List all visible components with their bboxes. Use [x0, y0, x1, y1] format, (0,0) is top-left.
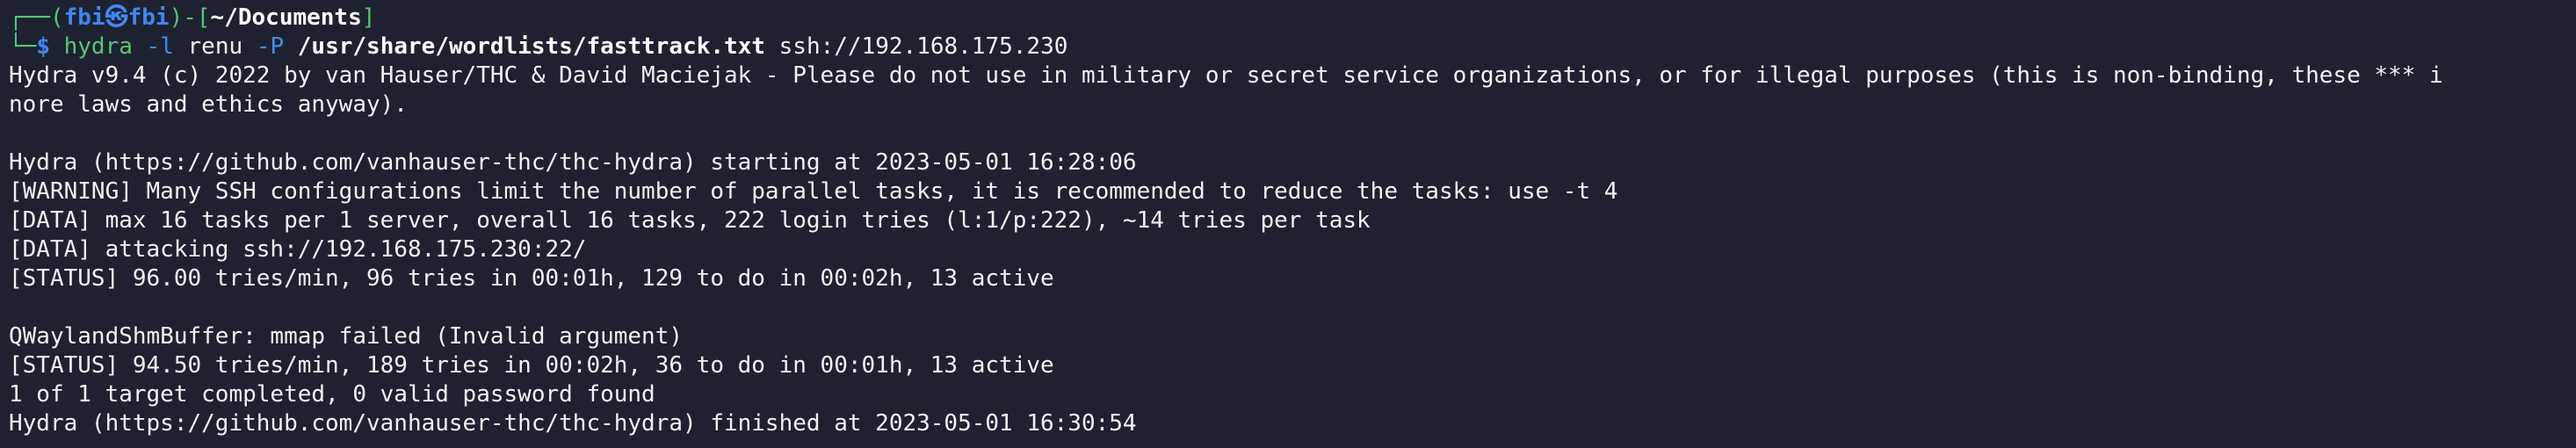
terminal-window[interactable]: ┌──(fbi㉿fbi)-[~/Documents] └─$ hydra -l … — [0, 0, 2576, 448]
command-target: ssh://192.168.175.230 — [778, 33, 1068, 60]
prompt-dollar: $ — [36, 33, 50, 60]
output-warning-line: [WARNING] Many SSH configurations limit … — [9, 178, 1618, 205]
command-line[interactable]: └─$ hydra -l renu -P /usr/share/wordlist… — [9, 33, 2576, 61]
prompt-box-top: ┌──( — [9, 4, 64, 31]
command-program: hydra — [63, 33, 133, 60]
prompt-close: ] — [361, 4, 376, 31]
output-banner-line-2: nore laws and ethics anyway). — [9, 91, 408, 118]
command-user: renu — [187, 33, 243, 60]
prompt-box-bottom: └─ — [9, 33, 37, 60]
output-blank-line — [9, 293, 2576, 322]
prompt-line: ┌──(fbi㉿fbi)-[~/Documents] — [9, 4, 2576, 33]
output-start-line: Hydra (https://github.com/vanhauser-thc/… — [9, 149, 1137, 176]
prompt-mid: )-[ — [169, 4, 211, 31]
output-banner-line-1: Hydra v9.4 (c) 2022 by van Hauser/THC & … — [9, 62, 2443, 89]
command-flag-l: -l — [146, 33, 174, 60]
output-qwayland-line: QWaylandShmBuffer: mmap failed (Invalid … — [9, 323, 684, 350]
output-status-line-2: [STATUS] 94.50 tries/min, 189 tries in 0… — [9, 352, 1054, 379]
prompt-user: fbi — [63, 4, 105, 31]
output-finish-line: Hydra (https://github.com/vanhauser-thc/… — [9, 410, 1137, 437]
output-data-line-2: [DATA] attacking ssh://192.168.175.230:2… — [9, 236, 587, 263]
output-blank-line — [9, 119, 2576, 148]
prompt-host: fbi — [127, 4, 170, 31]
output-status-line-1: [STATUS] 96.00 tries/min, 96 tries in 00… — [9, 265, 1054, 292]
output-result-line: 1 of 1 target completed, 0 valid passwor… — [9, 381, 655, 408]
command-flag-p: -P — [256, 33, 285, 60]
command-wordlist: /usr/share/wordlists/fasttrack.txt — [297, 33, 765, 60]
prompt-at-icon: ㉿ — [105, 4, 128, 31]
output-data-line-1: [DATA] max 16 tasks per 1 server, overal… — [9, 207, 1371, 234]
prompt-cwd: ~/Documents — [210, 4, 362, 31]
